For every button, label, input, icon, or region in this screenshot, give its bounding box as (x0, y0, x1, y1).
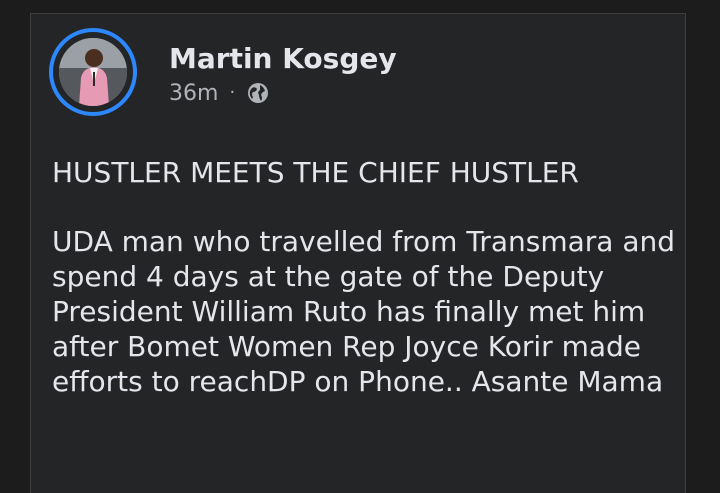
avatar-image (59, 38, 127, 106)
globe-icon[interactable] (246, 81, 270, 105)
author-name[interactable]: Martin Kosgey (169, 42, 397, 75)
post-headline: HUSTLER MEETS THE CHIEF HUSTLER (52, 156, 579, 189)
post-timestamp[interactable]: 36m (169, 81, 218, 106)
avatar-story-ring[interactable] (49, 28, 137, 116)
post-content: HUSTLER MEETS THE CHIEF HUSTLER UDA man … (52, 155, 682, 399)
post-card: Martin Kosgey 36m · HUSTLER MEETS THE CH… (30, 13, 686, 493)
post-text: UDA man who travelled from Transmara and… (52, 225, 676, 398)
avatar[interactable] (59, 38, 127, 106)
meta-separator: · (229, 82, 236, 103)
post-meta: 36m · (169, 80, 270, 106)
